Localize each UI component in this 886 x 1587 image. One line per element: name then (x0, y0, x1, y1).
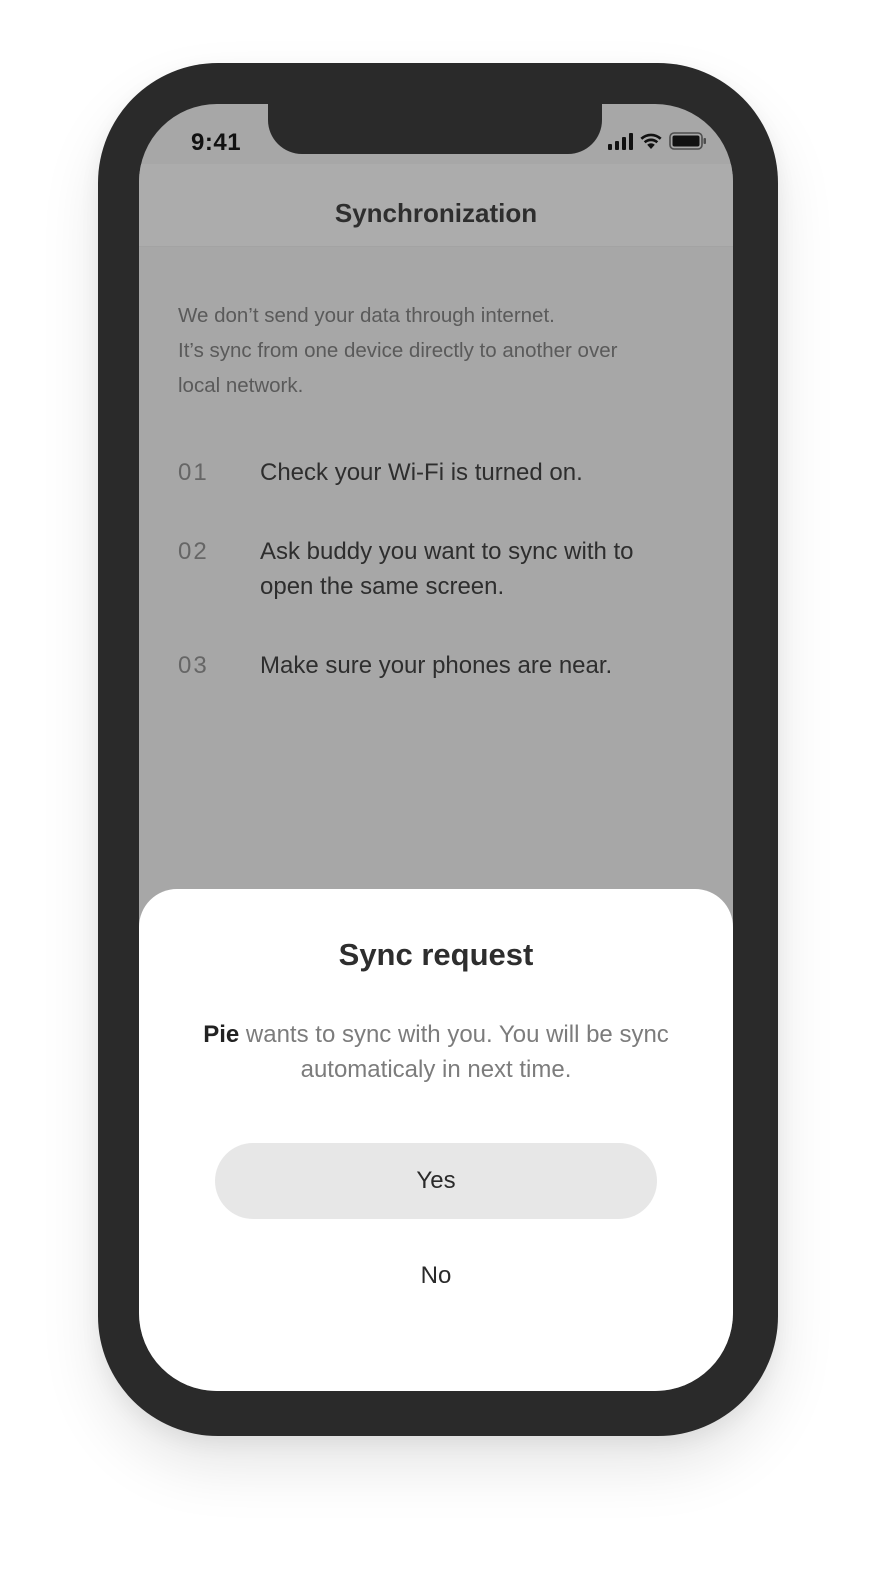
status-time: 9:41 (191, 129, 242, 156)
intro-line: It’s sync from one device directly to an… (178, 339, 618, 362)
instructions-content: We don’t send your data through internet… (178, 298, 698, 727)
intro-line: We don’t send your data through internet… (178, 304, 555, 327)
sender-name: Pie (203, 1021, 240, 1048)
step-number: 02 (178, 538, 209, 565)
wifi-icon (640, 133, 662, 149)
step-text: Ask buddy you want to sync with to open … (260, 538, 634, 600)
phone-screen: 9:41 Synchronization We don’t send your … (139, 104, 733, 1391)
step-item: 02 Ask buddy you want to sync with to op… (178, 534, 698, 604)
step-number: 03 (178, 652, 209, 679)
intro-text: We don’t send your data through internet… (178, 298, 698, 403)
step-text: Make sure your phones are near. (260, 652, 613, 679)
status-icons (608, 132, 707, 150)
canvas: 9:41 Synchronization We don’t send your … (0, 0, 886, 1587)
no-button[interactable]: No (336, 1251, 536, 1301)
cellular-signal-icon (608, 132, 633, 150)
step-item: 03 Make sure your phones are near. (178, 648, 698, 683)
notch (268, 104, 602, 154)
battery-icon (669, 132, 706, 150)
sheet-title: Sync request (338, 937, 534, 972)
sync-request-sheet: Sync request Pie wants to sync with you.… (139, 889, 733, 1391)
intro-line: local network. (178, 374, 304, 397)
step-number: 01 (178, 459, 209, 486)
sync-message-text: wants to sync with you. You will be sync… (245, 1021, 669, 1083)
steps-list: 01 Check your Wi-Fi is turned on. 02 Ask… (178, 455, 698, 683)
step-text: Check your Wi-Fi is turned on. (260, 459, 583, 486)
step-item: 01 Check your Wi-Fi is turned on. (178, 455, 698, 490)
phone-frame: 9:41 Synchronization We don’t send your … (98, 63, 778, 1436)
sheet-message: Pie wants to sync with you. You will be … (201, 1017, 671, 1087)
yes-button[interactable]: Yes (215, 1143, 657, 1219)
